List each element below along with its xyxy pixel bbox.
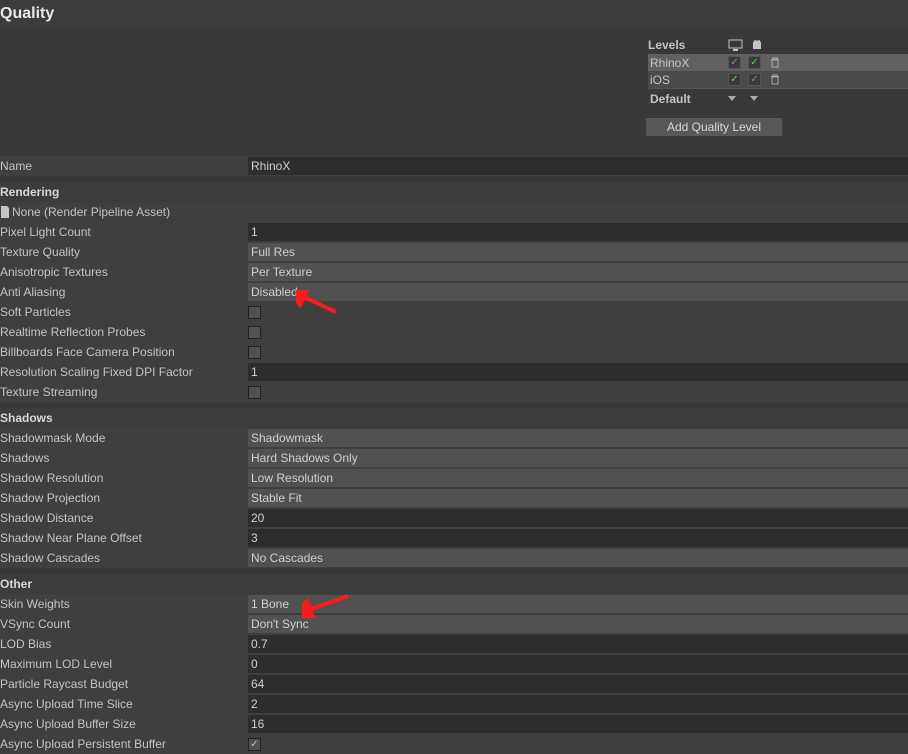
level-name: iOS — [648, 73, 728, 87]
shadow-distance-label: Shadow Distance — [0, 511, 248, 525]
default-label: Default — [648, 92, 728, 106]
level-row-ios[interactable]: iOS — [648, 71, 908, 88]
async-buffer-label: Async Upload Buffer Size — [0, 717, 248, 731]
trash-icon[interactable] — [768, 73, 782, 87]
name-field[interactable]: RhinoX — [248, 157, 908, 175]
shadows-header: Shadows — [0, 408, 908, 428]
anti-aliasing-dropdown[interactable]: Disabled — [248, 283, 908, 301]
shadow-near-plane-label: Shadow Near Plane Offset — [0, 531, 248, 545]
pipeline-row[interactable]: None (Render Pipeline Asset) — [0, 202, 908, 222]
trash-icon[interactable] — [768, 56, 782, 70]
max-lod-field[interactable]: 0 — [248, 655, 908, 673]
rendering-header: Rendering — [0, 182, 908, 202]
desktop-icon — [728, 39, 743, 52]
texture-quality-dropdown[interactable]: Full Res — [248, 243, 908, 261]
texture-streaming-checkbox[interactable] — [248, 386, 261, 399]
resolution-scaling-label: Resolution Scaling Fixed DPI Factor — [0, 365, 248, 379]
shadowmask-mode-dropdown[interactable]: Shadowmask — [248, 429, 908, 447]
particle-raycast-field[interactable]: 64 — [248, 675, 908, 693]
level-desktop-check[interactable] — [728, 56, 741, 69]
texture-quality-label: Texture Quality — [0, 245, 248, 259]
anisotropic-label: Anisotropic Textures — [0, 265, 248, 279]
level-mobile-check[interactable] — [748, 56, 761, 69]
soft-particles-label: Soft Particles — [0, 305, 248, 319]
pixel-light-count-field[interactable]: 1 — [248, 223, 908, 241]
realtime-reflection-checkbox[interactable] — [248, 326, 261, 339]
shadowmask-mode-label: Shadowmask Mode — [0, 431, 248, 445]
name-label: Name — [0, 159, 248, 173]
resolution-scaling-field[interactable]: 1 — [248, 363, 908, 381]
level-mobile-check[interactable] — [748, 73, 761, 86]
shadow-resolution-dropdown[interactable]: Low Resolution — [248, 469, 908, 487]
texture-streaming-label: Texture Streaming — [0, 385, 248, 399]
levels-header-label: Levels — [648, 38, 728, 52]
async-time-field[interactable]: 2 — [248, 695, 908, 713]
shadow-distance-field[interactable]: 20 — [248, 509, 908, 527]
vsync-dropdown[interactable]: Don't Sync — [248, 615, 908, 633]
default-desktop-dropdown[interactable] — [728, 96, 736, 101]
level-desktop-check[interactable] — [728, 73, 741, 86]
skin-weights-dropdown[interactable]: 1 Bone — [248, 595, 908, 613]
page-title: Quality — [0, 0, 908, 28]
skin-weights-label: Skin Weights — [0, 597, 248, 611]
shadow-cascades-dropdown[interactable]: No Cascades — [248, 549, 908, 567]
levels-panel: Levels RhinoX iOS Default Add Quality Le… — [648, 36, 908, 136]
other-header: Other — [0, 574, 908, 594]
async-persistent-label: Async Upload Persistent Buffer — [0, 737, 248, 751]
shadow-cascades-label: Shadow Cascades — [0, 551, 248, 565]
default-row: Default — [648, 88, 908, 108]
billboards-checkbox[interactable] — [248, 346, 261, 359]
async-time-label: Async Upload Time Slice — [0, 697, 248, 711]
document-icon — [0, 206, 12, 218]
name-row: Name RhinoX — [0, 156, 908, 176]
billboards-label: Billboards Face Camera Position — [0, 345, 248, 359]
default-mobile-dropdown[interactable] — [750, 96, 758, 101]
shadow-near-plane-field[interactable]: 3 — [248, 529, 908, 547]
pixel-light-count-label: Pixel Light Count — [0, 225, 248, 239]
anisotropic-dropdown[interactable]: Per Texture — [248, 263, 908, 281]
soft-particles-checkbox[interactable] — [248, 306, 261, 319]
vsync-label: VSync Count — [0, 617, 248, 631]
shadow-projection-label: Shadow Projection — [0, 491, 248, 505]
async-persistent-checkbox[interactable] — [248, 738, 261, 751]
shadow-resolution-label: Shadow Resolution — [0, 471, 248, 485]
max-lod-label: Maximum LOD Level — [0, 657, 248, 671]
shadow-projection-dropdown[interactable]: Stable Fit — [248, 489, 908, 507]
anti-aliasing-label: Anti Aliasing — [0, 285, 248, 299]
level-name: RhinoX — [648, 56, 728, 70]
lod-bias-label: LOD Bias — [0, 637, 248, 651]
lod-bias-field[interactable]: 0.7 — [248, 635, 908, 653]
add-quality-level-button[interactable]: Add Quality Level — [646, 118, 782, 136]
particle-raycast-label: Particle Raycast Budget — [0, 677, 248, 691]
realtime-reflection-label: Realtime Reflection Probes — [0, 325, 248, 339]
shadows-label: Shadows — [0, 451, 248, 465]
shadows-dropdown[interactable]: Hard Shadows Only — [248, 449, 908, 467]
pipeline-value: None (Render Pipeline Asset) — [12, 205, 170, 219]
level-row-rhinox[interactable]: RhinoX — [648, 54, 908, 71]
android-icon — [749, 39, 764, 52]
async-buffer-field[interactable]: 16 — [248, 715, 908, 733]
